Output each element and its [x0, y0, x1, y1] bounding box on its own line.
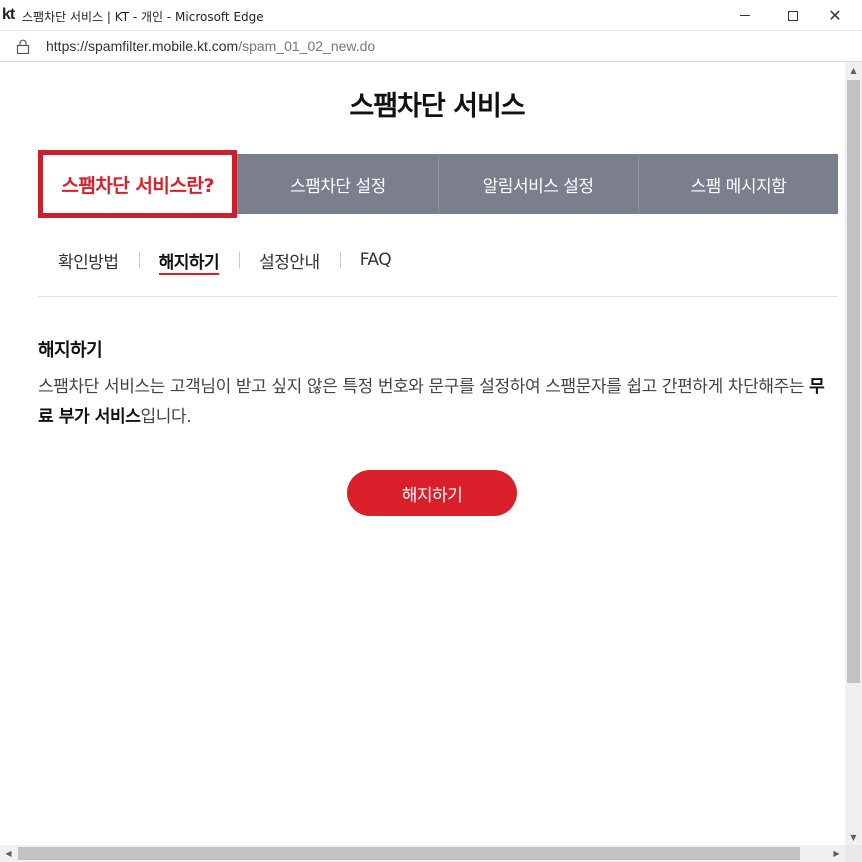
vertical-scrollbar[interactable]: ▲ ▼	[845, 62, 862, 846]
subtab-label: 해지하기	[158, 252, 220, 273]
active-underline	[158, 273, 220, 275]
address-bar[interactable]: https://spamfilter.mobile.kt.com/spam_01…	[0, 31, 862, 62]
description-end: 입니다.	[140, 407, 192, 427]
maximize-icon	[788, 10, 798, 21]
description: 스팸차단 서비스는 고객님이 받고 싶지 않은 특정 번호와 문구를 설정하여 …	[38, 372, 836, 432]
subtab-check-method[interactable]: 확인방법	[38, 246, 139, 274]
scrollbar-corner	[845, 845, 862, 862]
url-host: https://spamfilter.mobile.kt.com	[46, 38, 239, 54]
tab-notification-settings[interactable]: 알림서비스 설정	[437, 154, 638, 214]
scroll-down-icon[interactable]: ▼	[845, 829, 862, 846]
divider	[38, 296, 838, 297]
sub-tabs: 확인방법 해지하기 설정안내 FAQ	[38, 246, 411, 275]
horizontal-scroll-thumb[interactable]	[18, 847, 800, 860]
window-title: 스팸차단 서비스 | KT - 개인 - Microsoft Edge	[22, 10, 264, 24]
maximize-button[interactable]	[770, 0, 816, 31]
scroll-left-icon[interactable]: ◀	[0, 845, 17, 862]
main-tabs: 스팸차단 서비스란? 스팸차단 설정 알림서비스 설정 스팸 메시지함	[38, 150, 838, 218]
window-titlebar: kt 스팸차단 서비스 | KT - 개인 - Microsoft Edge ✕	[0, 0, 862, 31]
minimize-button[interactable]	[722, 0, 768, 31]
close-button[interactable]: ✕	[812, 0, 858, 31]
lock-icon	[16, 39, 30, 54]
subtab-settings-guide[interactable]: 설정안내	[239, 246, 340, 274]
tab-spam-inbox[interactable]: 스팸 메시지함	[637, 154, 838, 214]
description-text: 스팸차단 서비스는 고객님이 받고 싶지 않은 특정 번호와 문구를 설정하여 …	[38, 377, 810, 397]
minimize-icon	[740, 15, 750, 16]
horizontal-scrollbar[interactable]: ◀ ▶	[0, 845, 845, 862]
kt-logo: kt	[2, 6, 15, 23]
section-title: 해지하기	[38, 340, 103, 361]
close-icon: ✕	[828, 5, 842, 25]
cancel-service-button[interactable]: 해지하기	[347, 470, 517, 516]
scroll-up-icon[interactable]: ▲	[845, 62, 862, 79]
scroll-right-icon[interactable]: ▶	[828, 845, 845, 862]
vertical-scroll-thumb[interactable]	[847, 80, 860, 683]
subtab-cancel[interactable]: 해지하기	[138, 246, 240, 275]
url-path: /spam_01_02_new.do	[238, 38, 376, 54]
tab-spam-settings[interactable]: 스팸차단 설정	[237, 154, 437, 214]
page-title: 스팸차단 서비스	[349, 91, 525, 122]
tab-spam-service-intro[interactable]: 스팸차단 서비스란?	[38, 150, 238, 218]
url-text: https://spamfilter.mobile.kt.com/spam_01…	[46, 38, 375, 54]
subtab-label: 확인방법	[58, 252, 119, 273]
subtab-label: FAQ	[359, 250, 392, 270]
subtab-faq[interactable]: FAQ	[339, 246, 411, 274]
subtab-label: 설정안내	[259, 252, 320, 273]
